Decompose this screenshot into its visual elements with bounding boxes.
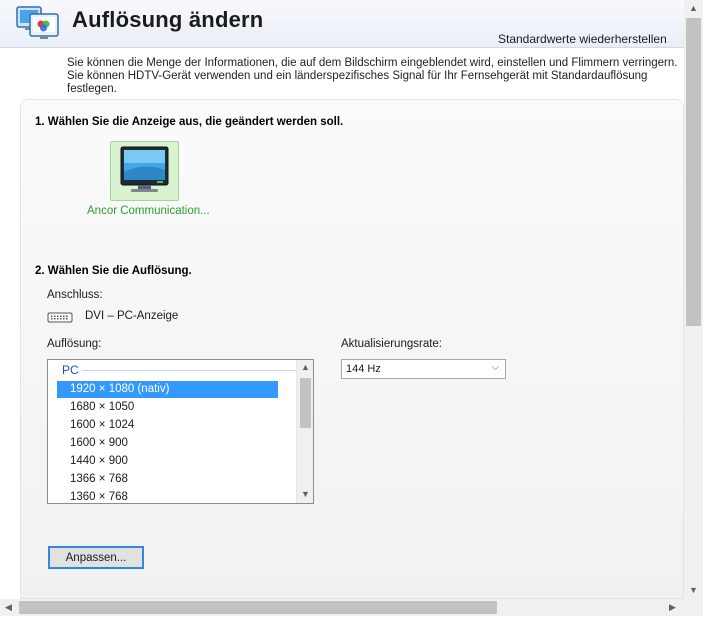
dvi-connector-icon (47, 310, 73, 323)
connection-value: DVI – PC-Anzeige (85, 310, 179, 322)
customize-button[interactable]: Anpassen... (48, 546, 144, 569)
scroll-down-icon[interactable]: ▼ (301, 489, 310, 499)
page-hscroll-thumb[interactable] (19, 601, 497, 614)
display-settings-icon (16, 5, 62, 41)
page-vertical-scrollbar[interactable]: ▲ ▼ (684, 0, 703, 599)
page-title: Auflösung ändern (72, 7, 264, 32)
resolution-option[interactable]: 1680 × 1050 (57, 399, 278, 416)
monitor-icon (120, 146, 169, 192)
display-selector[interactable] (110, 141, 179, 201)
page-header: Auflösung ändern Standardwerte wiederher… (0, 0, 684, 48)
resolution-option[interactable]: 1440 × 900 (57, 453, 278, 470)
resolution-label: Auflösung: (47, 338, 102, 350)
resolution-option[interactable]: 1600 × 900 (57, 435, 278, 452)
resolution-option[interactable]: 1366 × 768 (57, 471, 278, 488)
scroll-right-icon[interactable]: ▶ (669, 602, 676, 613)
scrollbar-corner (684, 599, 703, 616)
intro-text: Sie können die Menge der Informationen, … (67, 57, 678, 95)
step2-heading: 2. Wählen Sie die Auflösung. (35, 265, 192, 277)
resolution-listbox[interactable]: PC 1920 × 1080 (nativ) 1680 × 1050 1600 … (47, 359, 314, 504)
scroll-down-icon[interactable]: ▼ (689, 585, 698, 595)
restore-defaults-link[interactable]: Standardwerte wiederherstellen (498, 32, 667, 46)
connection-label: Anschluss: (47, 289, 103, 301)
scroll-up-icon[interactable]: ▲ (301, 362, 310, 372)
scroll-left-icon[interactable]: ◀ (5, 602, 12, 613)
list-scrollbar[interactable]: ▲ ▼ (296, 360, 313, 503)
resolution-option[interactable]: 1600 × 1024 (57, 417, 278, 434)
refresh-rate-value: 144 Hz (346, 363, 381, 375)
refresh-rate-dropdown[interactable]: 144 Hz ⌵ (341, 359, 506, 379)
chevron-down-icon: ⌵ (491, 362, 499, 373)
list-group-header: PC (62, 363, 79, 377)
refresh-rate-label: Aktualisierungsrate: (341, 338, 442, 350)
group-divider (82, 370, 304, 371)
page-horizontal-scrollbar[interactable]: ◀ ▶ (0, 599, 684, 616)
list-scroll-thumb[interactable] (300, 378, 311, 428)
display-name-label[interactable]: Ancor Communication... (87, 205, 210, 217)
scroll-up-icon[interactable]: ▲ (689, 3, 698, 13)
resolution-option[interactable]: 1920 × 1080 (nativ) (57, 381, 278, 398)
step1-heading: 1. Wählen Sie die Anzeige aus, die geänd… (35, 116, 344, 128)
resolution-option[interactable]: 1360 × 768 (57, 489, 278, 503)
page-vscroll-thumb[interactable] (686, 18, 701, 326)
